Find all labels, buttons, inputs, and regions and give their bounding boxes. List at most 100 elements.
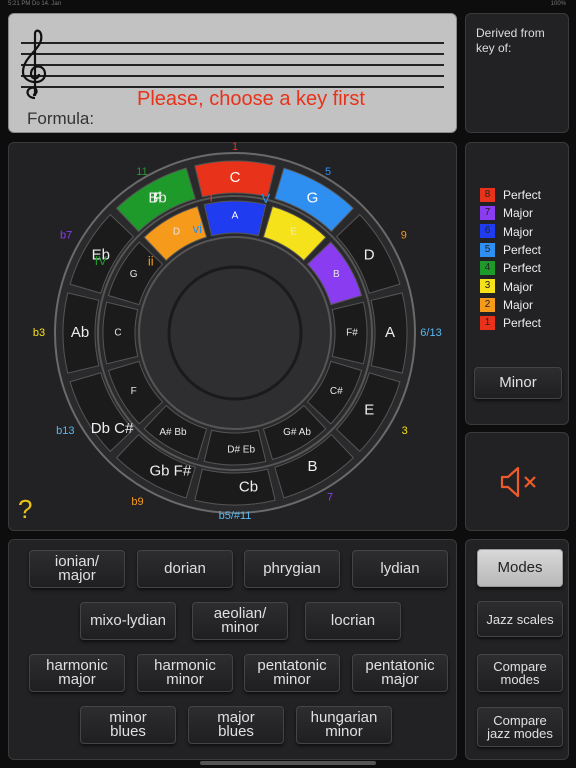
inner-key-label: E [290, 226, 297, 237]
derived-panel: Derived from key of: [465, 13, 569, 133]
interval-label: 7 [327, 491, 333, 503]
outer-key-label: G [307, 190, 319, 207]
interval-label: 5 [325, 166, 331, 178]
formula-label: Formula: [27, 109, 95, 128]
derived-label: Derived from key of: [476, 26, 545, 55]
roman-numeral-label: IV [95, 253, 108, 268]
hungarian-minor-scale-button[interactable]: hungarian minor [296, 706, 392, 744]
interval-label: b3 [33, 327, 45, 339]
legend-swatch: 1 [480, 315, 495, 330]
outer-key-label: A [385, 324, 395, 341]
outer-key-label: Db C# [91, 420, 134, 437]
ionian-major-scale-button[interactable]: ionian/ major [29, 550, 125, 588]
locrian-scale-button[interactable]: locrian [305, 602, 401, 640]
compare-modes-button[interactable]: Compare modes [477, 654, 563, 692]
interval-label: b7 [60, 229, 72, 241]
legend-item: 7 Major [480, 205, 533, 222]
legend-swatch: 3 [480, 279, 495, 294]
legend-label: Perfect [503, 242, 542, 257]
outer-key-label: Gb F# [149, 463, 191, 480]
status-bar: 5:21 PM Do 14. Jan 100% [0, 0, 576, 10]
legend-item: 4 Perfect [480, 260, 541, 277]
outer-key-label: C [230, 169, 241, 186]
mixo-lydian-scale-button[interactable]: mixo-lydian [80, 602, 176, 640]
legend-swatch: 2 [480, 297, 495, 312]
staff-line [21, 75, 444, 77]
legend-item: 5 Perfect [480, 242, 541, 259]
lydian-scale-button[interactable]: lydian [352, 550, 448, 588]
battery-level: 100% [550, 1, 566, 7]
inner-key-label: A [232, 211, 239, 222]
inner-key-label: D# Eb [227, 444, 255, 455]
legend-swatch: 4 [480, 261, 495, 276]
roman-numeral-label: vii [332, 287, 344, 302]
inner-key-label: F# [346, 328, 358, 339]
interval-label: b13 [56, 425, 74, 437]
circle-of-fifths[interactable]: CGDAEBCbGb F#Db C#AbEbBbFAEBF#C#G# AbD# … [8, 142, 457, 531]
inner-key-label: C# [330, 386, 343, 397]
inner-key-label: G# Ab [283, 427, 311, 438]
help-icon[interactable]: ? [18, 494, 32, 525]
legend-item: 2 Major [480, 297, 533, 314]
roman-numeral-label: ii [148, 254, 154, 269]
legend-label: Major [503, 297, 534, 312]
speaker-muted-icon[interactable] [498, 465, 540, 499]
wheel-center-knob[interactable] [167, 265, 303, 401]
interval-label: 1 [232, 142, 238, 153]
outer-key-label: Cb [239, 478, 258, 495]
outer-key-segment[interactable] [194, 468, 276, 506]
inner-key-label: A# Bb [159, 427, 187, 438]
jazz-scales-button[interactable]: Jazz scales [477, 601, 563, 637]
outer-key-label: F [153, 190, 162, 207]
legend-label: Major [503, 224, 534, 239]
interval-label: 6/13 [420, 327, 441, 339]
interval-label: 11 [136, 166, 147, 178]
staff-line [21, 53, 444, 55]
inner-key-label: B [333, 269, 340, 280]
interval-label: b5/#11 [219, 510, 252, 522]
dorian-scale-button[interactable]: dorian [137, 550, 233, 588]
major-blues-scale-button[interactable]: major blues [188, 706, 284, 744]
choose-key-prompt: Please, choose a key first [137, 88, 365, 110]
legend-label: Perfect [503, 187, 542, 202]
staff-line [21, 42, 444, 44]
inner-key-label: G [130, 269, 138, 280]
treble-clef-icon [21, 29, 47, 100]
outer-key-label: Ab [71, 324, 89, 341]
compare-jazz-modes-button[interactable]: Compare jazz modes [477, 707, 563, 747]
outer-key-label: E [364, 401, 374, 418]
legend-label: Perfect [503, 261, 542, 276]
legend-swatch: 7 [480, 206, 495, 221]
phrygian-scale-button[interactable]: phrygian [244, 550, 340, 588]
home-indicator [200, 761, 376, 765]
legend-item: 8 Perfect [480, 187, 541, 204]
staff-panel: Formula: Please, choose a key first [8, 13, 457, 133]
interval-label: b9 [131, 496, 143, 508]
legend-item: 3 Major [480, 279, 533, 296]
inner-key-label: C [114, 328, 121, 339]
legend-item: 6 Major [480, 224, 533, 241]
harmonic-minor-scale-button[interactable]: harmonic minor [137, 654, 233, 692]
outer-key-label: B [307, 458, 317, 475]
aeolian-minor-scale-button[interactable]: aeolian/ minor [192, 602, 288, 640]
modes-button[interactable]: Modes [477, 549, 563, 587]
pentatonic-minor-scale-button[interactable]: pentatonic minor [244, 654, 340, 692]
minor-blues-scale-button[interactable]: minor blues [80, 706, 176, 744]
minor-button[interactable]: Minor [474, 367, 562, 399]
outer-key-label: D [364, 246, 375, 263]
legend-panel: 8 Perfect 7 Major 6 Major 5 Perfect 4 Perfect 3 Maj… [465, 142, 569, 425]
roman-numeral-label: vi [193, 221, 203, 236]
legend-swatch: 6 [480, 224, 495, 239]
interval-label: 3 [402, 425, 408, 437]
harmonic-major-scale-button[interactable]: harmonic major [29, 654, 125, 692]
roman-numeral-label: iii [301, 240, 310, 255]
legend-swatch: 8 [480, 187, 495, 202]
legend-label: Major [503, 206, 534, 221]
legend-item: 1 Perfect [480, 315, 541, 332]
legend-label: Major [503, 279, 534, 294]
roman-numeral-label: V [261, 191, 270, 206]
pentatonic-major-scale-button[interactable]: pentatonic major [352, 654, 448, 692]
status-time: 5:21 PM Do 14. Jan [8, 1, 62, 7]
staff-line [21, 64, 444, 66]
sound-panel [465, 432, 569, 531]
